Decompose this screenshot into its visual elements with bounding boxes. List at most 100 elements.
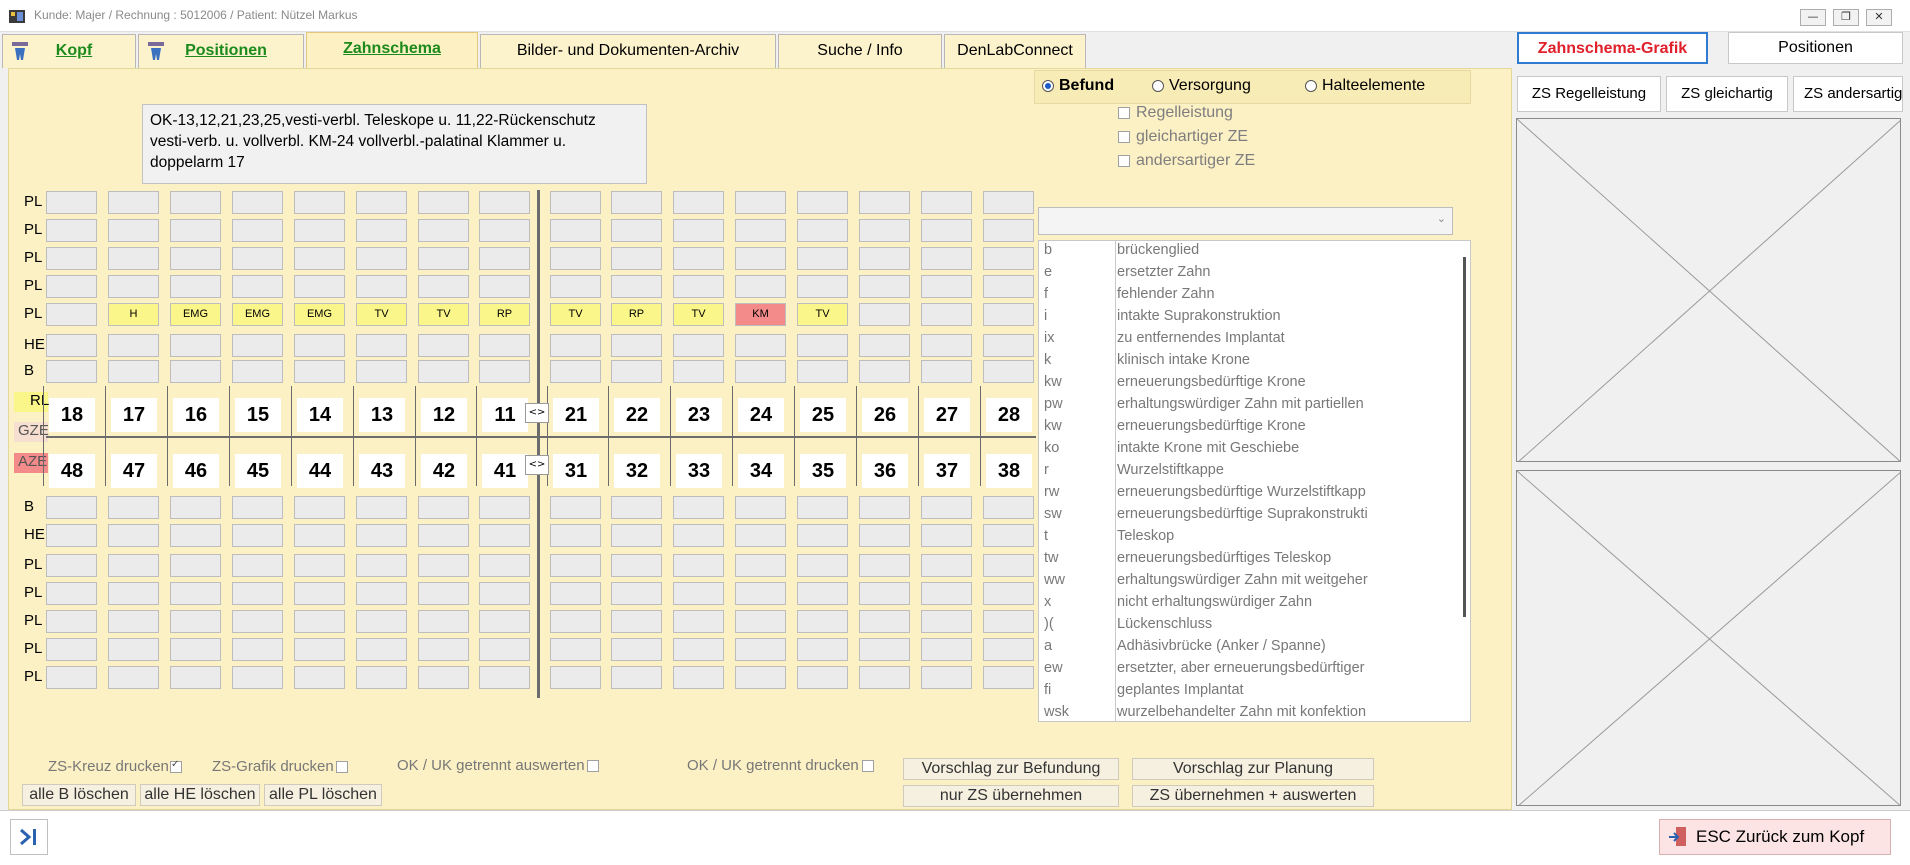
tooth-field-cell[interactable] (735, 219, 786, 242)
tooth-field-cell[interactable] (983, 219, 1034, 242)
tooth-number[interactable]: 23 (676, 398, 722, 432)
tooth-field-cell[interactable] (611, 247, 662, 270)
tooth-field-cell[interactable] (550, 191, 601, 214)
legend-item[interactable]: e ersetzter Zahn (1039, 264, 1459, 286)
halteelemente-radio[interactable] (1305, 80, 1317, 92)
tooth-field-cell[interactable] (479, 219, 530, 242)
tooth-field-cell[interactable] (797, 666, 848, 689)
legend-item[interactable]: pw erhaltungswürdiger Zahn mit partiellen (1039, 396, 1459, 418)
tooth-field-cell[interactable] (108, 610, 159, 633)
tooth-field-cell[interactable] (983, 524, 1034, 547)
tooth-field-cell[interactable] (797, 247, 848, 270)
tooth-field-cell[interactable]: TV (673, 303, 724, 326)
tooth-field-cell[interactable] (735, 496, 786, 519)
zs-regelleistung-button[interactable]: ZS Regelleistung (1517, 76, 1661, 112)
tooth-field-cell[interactable] (46, 334, 97, 357)
legend-item[interactable]: r Wurzelstiftkappe (1039, 462, 1459, 484)
tooth-number[interactable]: 32 (614, 454, 660, 488)
tooth-field-cell[interactable] (46, 666, 97, 689)
positionen-button[interactable]: Positionen (1728, 32, 1903, 64)
tooth-field-cell[interactable] (921, 275, 972, 298)
tooth-field-cell[interactable] (859, 303, 910, 326)
tooth-field-cell[interactable] (294, 638, 345, 661)
legend-item[interactable]: i intakte Suprakonstruktion (1039, 308, 1459, 330)
tooth-field-cell[interactable] (735, 638, 786, 661)
regelleistung-checkbox[interactable] (1118, 107, 1130, 119)
tooth-number[interactable]: 42 (421, 454, 467, 488)
tooth-field-cell[interactable] (232, 496, 283, 519)
tooth-field-cell[interactable] (418, 275, 469, 298)
tooth-field-cell[interactable] (983, 191, 1034, 214)
tooth-field-cell[interactable] (170, 334, 221, 357)
tooth-field-cell[interactable] (108, 496, 159, 519)
esc-zurueck-button[interactable]: ESC Zurück zum Kopf (1659, 819, 1891, 855)
tooth-field-cell[interactable] (294, 554, 345, 577)
legend-item[interactable]: tw erneuerungsbedürftiges Teleskop (1039, 550, 1459, 572)
zs-kreuz-checkbox[interactable] (170, 759, 182, 773)
tooth-field-cell[interactable] (294, 524, 345, 547)
tooth-field-cell[interactable] (356, 610, 407, 633)
tooth-field-cell[interactable] (550, 582, 601, 605)
tooth-field-cell[interactable] (983, 334, 1034, 357)
legend-item[interactable]: ww erhaltungswürdiger Zahn mit weitgeher (1039, 572, 1459, 594)
tooth-field-cell[interactable] (673, 496, 724, 519)
tooth-field-cell[interactable] (356, 554, 407, 577)
tooth-field-cell[interactable]: TV (356, 303, 407, 326)
tooth-field-cell[interactable]: EMG (294, 303, 345, 326)
legend-item[interactable]: rw erneuerungsbedürftige Wurzelstiftkapp (1039, 484, 1459, 506)
tooth-field-cell[interactable] (108, 219, 159, 242)
tooth-field-cell[interactable] (673, 638, 724, 661)
tooth-field-cell[interactable] (232, 666, 283, 689)
tooth-field-cell[interactable] (479, 360, 530, 383)
tooth-field-cell[interactable] (294, 360, 345, 383)
tooth-field-cell[interactable] (735, 666, 786, 689)
tooth-field-cell[interactable] (611, 610, 662, 633)
tooth-field-cell[interactable] (356, 582, 407, 605)
befund-radio[interactable] (1042, 80, 1054, 92)
tooth-field-cell[interactable] (418, 666, 469, 689)
tooth-field-cell[interactable] (479, 610, 530, 633)
tooth-field-cell[interactable] (170, 554, 221, 577)
zs-uebernehmen-auswerten-button[interactable]: ZS übernehmen + auswerten (1132, 785, 1374, 807)
tooth-field-cell[interactable]: RP (479, 303, 530, 326)
legend-item[interactable]: ko intakte Krone mit Geschiebe (1039, 440, 1459, 462)
alle-pl-loeschen-button[interactable]: alle PL löschen (264, 784, 382, 806)
alle-he-loeschen-button[interactable]: alle HE löschen (140, 784, 260, 806)
tooth-field-cell[interactable] (611, 275, 662, 298)
tooth-field-cell[interactable] (232, 582, 283, 605)
tooth-number[interactable]: 14 (297, 398, 343, 432)
tooth-field-cell[interactable] (859, 334, 910, 357)
tooth-number[interactable]: 11 (482, 398, 528, 432)
tooth-field-cell[interactable] (479, 496, 530, 519)
tooth-field-cell[interactable] (983, 247, 1034, 270)
tooth-field-cell[interactable] (294, 496, 345, 519)
tooth-field-cell[interactable] (797, 554, 848, 577)
tooth-field-cell[interactable] (859, 191, 910, 214)
tooth-field-cell[interactable] (46, 524, 97, 547)
swap-lower-button[interactable]: <> (525, 455, 549, 475)
tooth-field-cell[interactable] (673, 191, 724, 214)
tooth-field-cell[interactable] (46, 247, 97, 270)
tooth-number[interactable]: 21 (553, 398, 599, 432)
tooth-field-cell[interactable] (550, 219, 601, 242)
tooth-number[interactable]: 46 (173, 454, 219, 488)
tooth-field-cell[interactable] (479, 554, 530, 577)
tooth-field-cell[interactable] (479, 334, 530, 357)
legend-item[interactable]: x nicht erhaltungswürdiger Zahn (1039, 594, 1459, 616)
tooth-field-cell[interactable] (232, 334, 283, 357)
tooth-field-cell[interactable] (983, 666, 1034, 689)
legend-item[interactable]: kw erneuerungsbedürftige Krone (1039, 418, 1459, 440)
legend-item[interactable]: k klinisch intake Krone (1039, 352, 1459, 374)
tooth-field-cell[interactable] (418, 496, 469, 519)
tooth-field-cell[interactable] (983, 496, 1034, 519)
tooth-field-cell[interactable] (232, 275, 283, 298)
tooth-field-cell[interactable] (108, 334, 159, 357)
tooth-field-cell[interactable] (294, 334, 345, 357)
tooth-field-cell[interactable] (294, 275, 345, 298)
tooth-field-cell[interactable] (797, 334, 848, 357)
code-dropdown[interactable]: ⌄ (1038, 207, 1453, 235)
tooth-field-cell[interactable] (983, 554, 1034, 577)
tooth-field-cell[interactable] (356, 334, 407, 357)
tooth-field-cell[interactable] (170, 610, 221, 633)
legend-list[interactable]: b brückenglied e ersetzter Zahn f fehlender Z… (1038, 240, 1471, 722)
